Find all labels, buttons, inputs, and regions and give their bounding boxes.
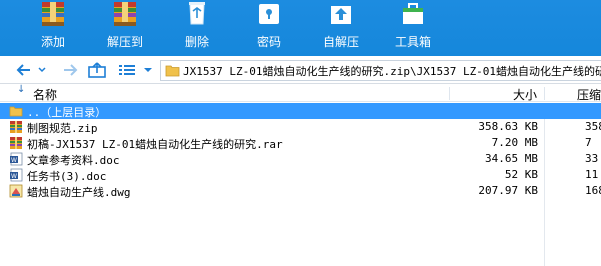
svg-text:W: W [11, 173, 17, 180]
password-label: 密码 [256, 35, 281, 49]
dwg-file-icon [9, 184, 23, 198]
toolbox-icon [403, 3, 423, 24]
delete-label: 删除 [184, 35, 209, 49]
list-item[interactable]: 蜡烛自动生产线.dwg 207.97 KB 168 [0, 183, 601, 199]
file-name: 蜡烛自动生产线.dwg [27, 186, 131, 199]
add-archive-icon [42, 2, 64, 26]
rar-archive-icon [10, 137, 22, 149]
list-item[interactable]: 初稿-JX1537 LZ-01蜡烛自动化生产线的研究.rar 7.20 MB 7 [0, 135, 601, 151]
add-button[interactable]: 添加 [23, 0, 83, 56]
back-arrow-icon[interactable] [14, 61, 34, 79]
file-name: 初稿-JX1537 LZ-01蜡烛自动化生产线的研究.rar [27, 138, 283, 151]
folder-up-icon [9, 106, 23, 117]
file-size: 7.20 MB [491, 136, 538, 149]
password-button[interactable]: 密码 [239, 0, 299, 56]
file-size: 207.97 KB [478, 184, 538, 197]
word-doc-icon: W [10, 168, 23, 182]
toolbox-label: 工具箱 [394, 35, 431, 49]
lock-icon [259, 4, 279, 24]
file-packed: 33 [585, 152, 599, 165]
self-extract-icon [331, 6, 351, 24]
up-folder-icon[interactable] [87, 61, 107, 79]
zip-archive-icon [10, 121, 22, 133]
file-name: 任务书(3).doc [27, 170, 107, 183]
word-doc-icon: W [10, 152, 23, 166]
address-field[interactable]: JX1537 LZ-01蜡烛自动化生产线的研究.zip\JX1537 LZ-01… [160, 60, 601, 81]
view-mode-chevron-icon[interactable] [142, 61, 154, 79]
file-name: 制图规范.zip [27, 122, 98, 135]
column-size[interactable]: 大小 [513, 86, 537, 103]
column-packed[interactable]: 压缩 [577, 86, 601, 103]
folder-icon [165, 65, 180, 77]
extract-to-label: 解压到 [106, 35, 143, 49]
file-packed: 358 [585, 120, 601, 133]
main-toolbar: 添加 解压到 删除 密码 自解压 工具箱 [0, 0, 601, 56]
file-name: ..（上层目录） [27, 106, 107, 119]
list-item[interactable]: ..（上层目录） [0, 103, 601, 119]
column-name[interactable]: 名称 [33, 86, 57, 103]
file-size: 358.63 KB [478, 120, 538, 133]
column-divider[interactable] [449, 87, 450, 100]
self-extract-button[interactable]: 自解压 [311, 0, 371, 56]
file-packed: 168 [585, 184, 601, 197]
extract-archive-icon [114, 2, 136, 26]
file-name: 文章参考资料.doc [27, 154, 120, 167]
list-item[interactable]: W 任务书(3).doc 52 KB 11 [0, 167, 601, 183]
column-header: ↓ 名称 大小 压缩 [0, 84, 601, 103]
file-size: 52 KB [504, 168, 538, 181]
add-label: 添加 [40, 35, 65, 49]
forward-arrow-icon[interactable] [60, 61, 80, 79]
file-packed: 11 [585, 168, 599, 181]
delete-button[interactable]: 删除 [167, 0, 227, 56]
recycle-bin-icon [189, 2, 205, 25]
list-item[interactable]: 制图规范.zip 358.63 KB 358 [0, 119, 601, 135]
list-item[interactable]: W 文章参考资料.doc 34.65 MB 33 [0, 151, 601, 167]
view-list-icon[interactable] [117, 61, 137, 79]
address-bar: JX1537 LZ-01蜡烛自动化生产线的研究.zip\JX1537 LZ-01… [0, 56, 601, 84]
address-path: JX1537 LZ-01蜡烛自动化生产线的研究.zip\JX1537 LZ-01… [183, 65, 601, 78]
svg-text:W: W [11, 157, 17, 164]
file-size: 34.65 MB [485, 152, 538, 165]
toolbox-button[interactable]: 工具箱 [383, 0, 443, 56]
extract-to-button[interactable]: 解压到 [95, 0, 155, 56]
self-extract-label: 自解压 [322, 35, 359, 49]
sort-arrow-icon: ↓ [17, 84, 26, 95]
back-history-chevron-icon[interactable] [36, 61, 48, 79]
column-divider[interactable] [544, 87, 545, 100]
file-packed: 7 [585, 136, 592, 149]
